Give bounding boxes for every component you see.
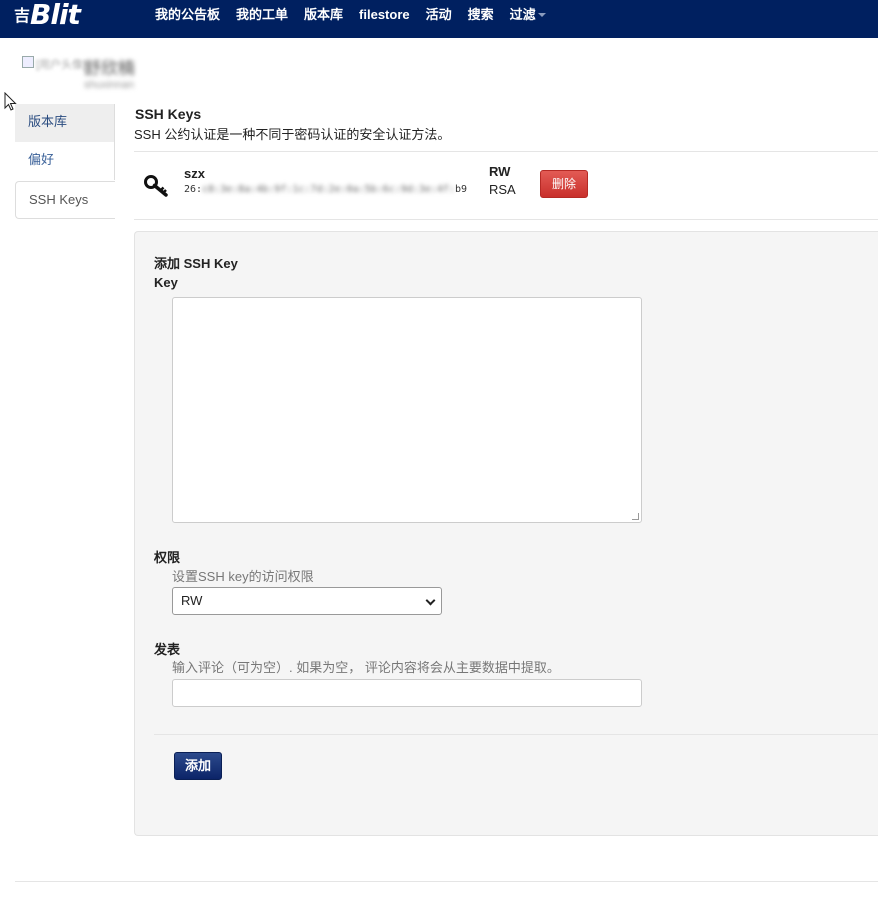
user-username: shuxinnan <box>84 79 135 91</box>
fingerprint-end: b9 <box>454 184 467 195</box>
permission-help: 设置SSH key的访问权限 <box>172 569 314 584</box>
top-navbar: 吉Blit 我的公告板 我的工单 版本库 filestore 活动 搜索 过滤 <box>0 0 878 38</box>
nav-search[interactable]: 搜索 <box>460 0 502 30</box>
key-label: Key <box>154 275 178 290</box>
key-textarea[interactable] <box>172 297 642 523</box>
divider <box>134 219 878 220</box>
page-description: SSH 公约认证是一种不同于密码认证的安全认证方法。 <box>134 127 451 142</box>
user-display-name[interactable]: 舒欣楠 <box>84 54 135 79</box>
add-ssh-key-form: 添加 SSH Key Key 权限 设置SSH key的访问权限 RW 发表 输… <box>134 231 878 836</box>
nav-my-tickets[interactable]: 我的工单 <box>228 0 296 30</box>
permission-select[interactable]: RW <box>172 587 442 615</box>
comment-label: 发表 <box>154 642 181 657</box>
footer-divider <box>15 881 878 882</box>
brand-logo[interactable]: 吉Blit <box>14 0 81 32</box>
fingerprint-masked: c8:3e:8a:4b:9f:1c:7d:2e:0a:5b:6c:9d:3e:4… <box>202 184 455 195</box>
nav-activity[interactable]: 活动 <box>418 0 460 30</box>
nav-filters-label: 过滤 <box>509 7 536 22</box>
nav-filestore[interactable]: filestore <box>351 0 418 30</box>
caret-icon <box>537 12 546 17</box>
nav-my-dashboard[interactable]: 我的公告板 <box>147 0 228 30</box>
ssh-key-row: szx 26:c8:3e:8a:4b:9f:1c:7d:2e:0a:5b:6c:… <box>134 152 878 219</box>
main-nav: 我的公告板 我的工单 版本库 filestore 活动 搜索 过滤 <box>147 0 554 30</box>
ssh-key-name: szx <box>184 166 205 181</box>
ssh-key-fingerprint: 26:c8:3e:8a:4b:9f:1c:7d:2e:0a:5b:6c:9d:3… <box>184 184 467 195</box>
permission-label: 权限 <box>154 550 181 565</box>
delete-key-button[interactable]: 删除 <box>540 170 588 198</box>
brand-name: Blit <box>30 0 81 31</box>
brand-glyph: 吉 <box>14 6 30 25</box>
ssh-key-type: RSA <box>489 182 516 197</box>
ssh-key-permission: RW <box>489 164 511 179</box>
avatar <box>22 56 34 68</box>
avatar-alt-text: [用户头像] <box>36 59 87 71</box>
resize-handle-icon[interactable] <box>632 513 639 520</box>
sidebar-item-ssh-keys[interactable]: SSH Keys <box>15 181 115 219</box>
nav-filters[interactable]: 过滤 <box>502 0 554 30</box>
page-title: SSH Keys <box>135 106 202 122</box>
chevron-down-icon <box>425 595 436 606</box>
form-actions-divider <box>154 734 878 735</box>
sidebar: 版本库 偏好 SSH Keys <box>15 104 115 219</box>
key-icon <box>144 175 168 197</box>
nav-repositories[interactable]: 版本库 <box>296 0 351 30</box>
fingerprint-start: 26: <box>184 184 203 195</box>
add-key-button[interactable]: 添加 <box>174 752 222 780</box>
add-form-title: 添加 SSH Key <box>154 256 238 271</box>
sidebar-item-repositories[interactable]: 版本库 <box>15 104 115 142</box>
permission-select-value: RW <box>181 593 203 608</box>
comment-input[interactable] <box>172 679 642 707</box>
comment-help: 输入评论（可为空）. 如果为空， 评论内容将会从主要数据中提取。 <box>172 660 560 675</box>
sidebar-item-preferences[interactable]: 偏好 <box>15 142 115 180</box>
